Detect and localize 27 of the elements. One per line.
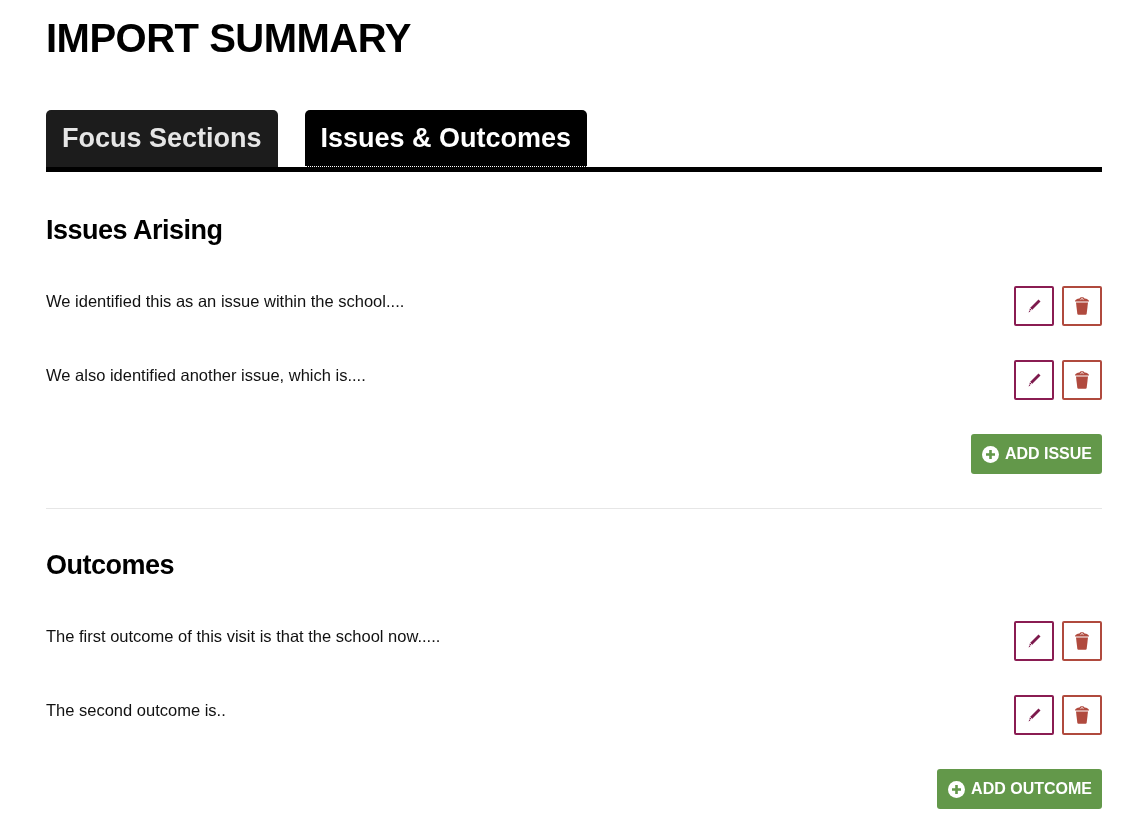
item-text: We also identified another issue, which is.... <box>46 364 366 386</box>
delete-button[interactable] <box>1062 695 1102 735</box>
pencil-icon <box>1026 633 1042 649</box>
tab[interactable]: Issues & Outcomes <box>304 110 588 167</box>
edit-button[interactable] <box>1014 360 1054 400</box>
edit-button[interactable] <box>1014 286 1054 326</box>
plus-circle-icon <box>948 780 966 798</box>
item-text: The second outcome is.. <box>46 699 226 721</box>
page-title: IMPORT SUMMARY <box>46 15 412 62</box>
pencil-icon <box>1026 707 1042 723</box>
plus-circle-icon <box>981 445 999 463</box>
pencil-icon <box>1026 372 1042 388</box>
trash-icon <box>1074 297 1090 315</box>
delete-button[interactable] <box>1062 360 1102 400</box>
delete-button[interactable] <box>1062 621 1102 661</box>
trash-icon <box>1074 371 1090 389</box>
item-text: The first outcome of this visit is that the school now..... <box>46 625 441 647</box>
edit-button[interactable] <box>1014 621 1054 661</box>
delete-button[interactable] <box>1062 286 1102 326</box>
item-text: We identified this as an issue within the school.... <box>46 290 405 312</box>
tab[interactable]: Focus Sections <box>46 110 278 167</box>
trash-icon <box>1074 632 1090 650</box>
section-heading: Outcomes <box>46 549 176 581</box>
trash-icon <box>1074 706 1090 724</box>
edit-button[interactable] <box>1014 695 1054 735</box>
pencil-icon <box>1026 298 1042 314</box>
section-heading: Issues Arising <box>46 214 224 246</box>
